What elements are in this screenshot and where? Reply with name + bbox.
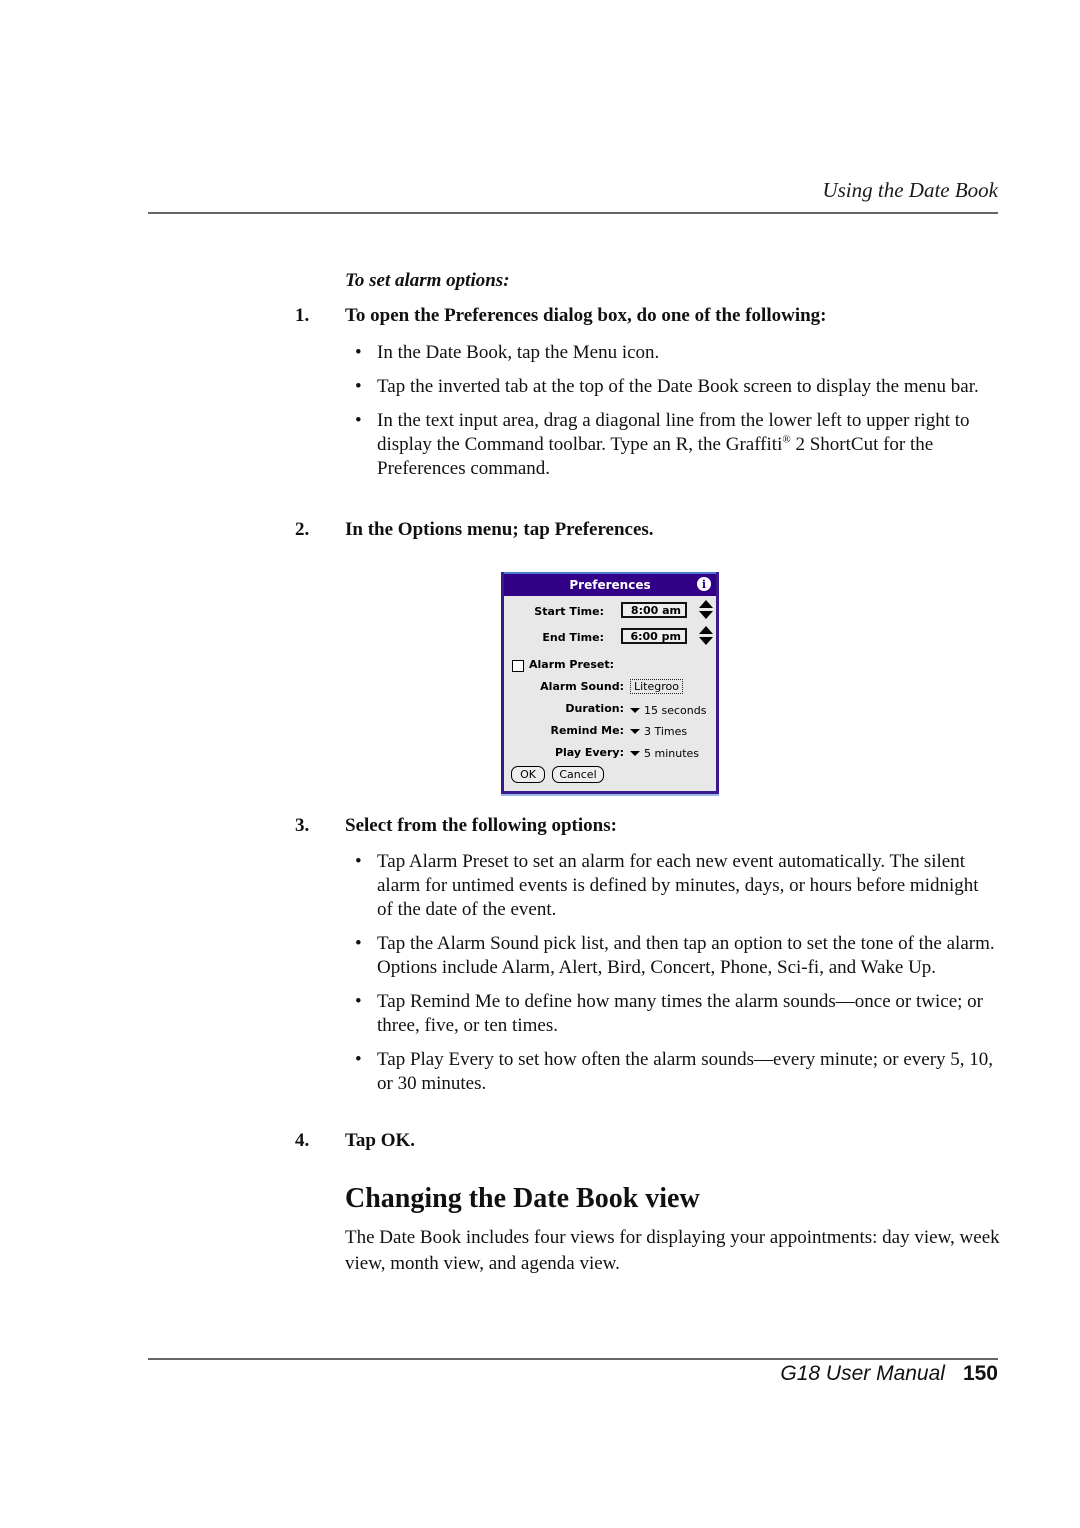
step-1: 1. To open the Preferences dialog box, do… <box>295 305 827 327</box>
bullet-icon: • <box>355 1049 362 1070</box>
bullet-icon: • <box>355 342 362 363</box>
alarm-sound-label: Alarm Sound: <box>540 680 624 693</box>
alarm-sound-picker[interactable]: Litegroo <box>630 679 683 694</box>
play-every-picker[interactable]: 5 minutes <box>630 747 699 760</box>
dialog-title-bar: Preferences i <box>504 572 716 596</box>
duration-label: Duration: <box>565 702 624 715</box>
footer-rule <box>148 1358 998 1360</box>
preferences-dialog: Preferences i Start Time: 8:00 am End Ti… <box>501 572 719 794</box>
list-item: • Tap Remind Me to define how many times … <box>355 991 983 1036</box>
end-time-field[interactable]: 6:00 pm <box>621 628 687 644</box>
list-item: • Tap the inverted tab at the top of the … <box>355 376 979 397</box>
registered-mark: ® <box>782 433 791 446</box>
dropdown-triangle-icon <box>630 729 640 734</box>
procedure-title: To set alarm options: <box>345 270 510 291</box>
start-time-field[interactable]: 8:00 am <box>621 602 687 618</box>
play-every-label: Play Every: <box>554 746 624 759</box>
dialog-title: Preferences <box>569 578 651 592</box>
step-number: 3. <box>295 815 310 836</box>
dropdown-triangle-icon <box>630 751 640 756</box>
step-3: 3. Select from the following options: <box>295 815 617 837</box>
page-footer: G18 User Manual 150 <box>780 1362 998 1386</box>
info-icon[interactable]: i <box>697 577 711 591</box>
end-time-label: End Time: <box>542 631 604 644</box>
bullet-icon: • <box>355 991 362 1012</box>
start-time-label: Start Time: <box>534 605 604 618</box>
list-item: • Tap the Alarm Sound pick list, and then… <box>355 933 995 978</box>
step-number: 2. <box>295 519 310 540</box>
step-text: Tap OK. <box>345 1130 416 1151</box>
running-header: Using the Date Book <box>822 178 998 202</box>
duration-picker[interactable]: 15 seconds <box>630 704 706 717</box>
step-2: 2. In the Options menu; tap Preferences. <box>295 519 654 541</box>
section-heading: Changing the Date Book view <box>345 1183 700 1214</box>
bullet-icon: • <box>355 376 362 397</box>
alarm-preset-label: Alarm Preset: <box>529 658 615 671</box>
step-4: 4. Tap OK. <box>295 1130 415 1152</box>
step-text: In the Options menu; tap Preferences. <box>345 519 654 540</box>
alarm-preset-checkbox[interactable] <box>512 660 524 672</box>
step-text: To open the Preferences dialog box, do o… <box>345 305 827 326</box>
step-number: 1. <box>295 305 310 326</box>
remind-me-label: Remind Me: <box>550 724 624 737</box>
list-item: • Tap Play Every to set how often the ala… <box>355 1049 994 1094</box>
page-number: 150 <box>962 1362 998 1385</box>
section-paragraph: The Date Book includes four views for di… <box>345 1227 1000 1274</box>
end-time-spinner-icon[interactable] <box>699 626 713 646</box>
start-time-spinner-icon[interactable] <box>699 600 713 620</box>
manual-title: G18 User Manual <box>780 1362 945 1385</box>
list-item: • In the text input area, drag a diagonal… <box>355 410 970 479</box>
cancel-button[interactable]: Cancel <box>552 766 604 783</box>
step-3-bullets: • Tap Alarm Preset to set an alarm for ea… <box>355 850 995 1106</box>
step-number: 4. <box>295 1130 310 1151</box>
dropdown-triangle-icon <box>630 708 640 713</box>
list-item: • Tap Alarm Preset to set an alarm for ea… <box>355 851 979 920</box>
step-1-bullets: • In the Date Book, tap the Menu icon. • T… <box>355 341 995 491</box>
list-item: • In the Date Book, tap the Menu icon. <box>355 342 660 363</box>
ok-button[interactable]: OK <box>511 766 545 783</box>
header-rule <box>148 212 998 214</box>
bullet-icon: • <box>355 410 362 431</box>
remind-me-picker[interactable]: 3 Times <box>630 725 687 738</box>
bullet-icon: • <box>355 933 362 954</box>
step-text: Select from the following options: <box>345 815 617 836</box>
bullet-icon: • <box>355 851 362 872</box>
